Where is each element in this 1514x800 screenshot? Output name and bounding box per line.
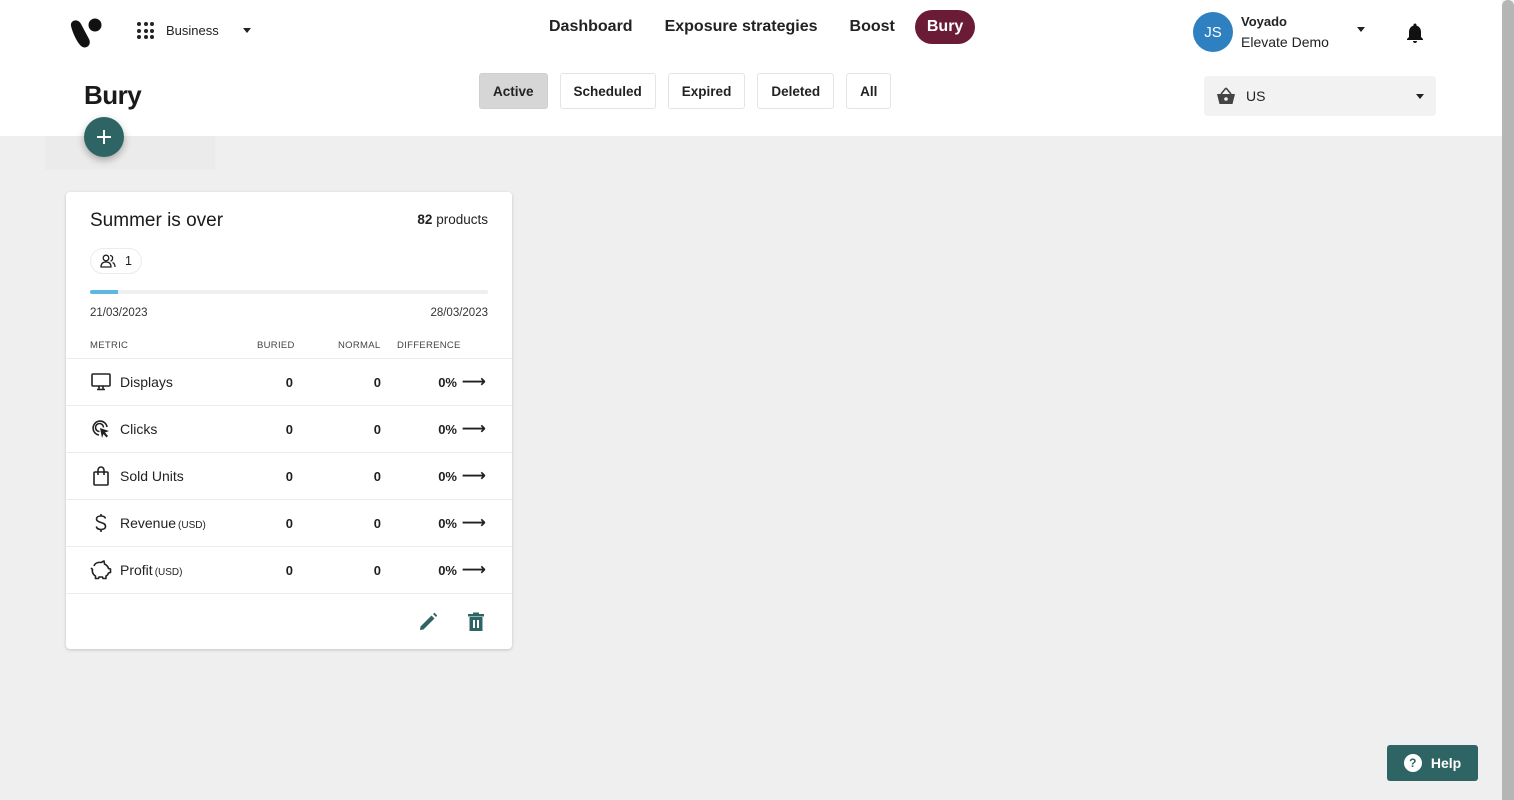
metric-name: Profit (USD) <box>120 562 182 578</box>
app-switcher[interactable]: Business <box>137 22 251 39</box>
metric-normal-value: 0 <box>373 421 381 437</box>
audience-count: 1 <box>125 254 132 268</box>
metric-difference-value: 0% <box>438 515 457 531</box>
metric-row-sold-units[interactable]: Sold Units 0 0 0% ⟶ <box>66 452 512 499</box>
nav-exposure-strategies[interactable]: Exposure strategies <box>653 10 830 44</box>
monitor-icon <box>90 372 112 392</box>
arrow-right-icon: ⟶ <box>461 466 486 485</box>
arrow-right-icon: ⟶ <box>461 372 486 391</box>
user-organization: Voyado <box>1241 14 1287 29</box>
arrow-right-icon: ⟶ <box>461 419 486 438</box>
metric-normal-value: 0 <box>373 468 381 484</box>
metric-difference-value: 0% <box>438 421 457 437</box>
market-select[interactable]: US <box>1204 76 1436 116</box>
campaign-progress-fill <box>90 290 118 294</box>
arrow-right-icon: ⟶ <box>461 560 486 579</box>
metric-difference-value: 0% <box>438 562 457 578</box>
status-filter-tabs: Active Scheduled Expired Deleted All <box>479 73 903 109</box>
scrollbar-thumb[interactable] <box>1502 0 1514 800</box>
user-account: Elevate Demo <box>1241 34 1329 50</box>
metric-normal-value: 0 <box>373 374 381 390</box>
metrics-header: METRIC BURIED NORMAL DIFFERENCE <box>66 340 512 358</box>
audience-chip[interactable]: 1 <box>90 248 142 274</box>
voyado-logo[interactable] <box>68 14 104 50</box>
metric-name: Sold Units <box>120 468 184 484</box>
metric-name: Clicks <box>120 421 158 437</box>
user-menu[interactable]: JS Voyado Elevate Demo <box>1193 12 1365 52</box>
metric-name-text: Revenue <box>120 515 177 531</box>
metric-name: Displays <box>120 374 173 390</box>
nav-dashboard[interactable]: Dashboard <box>537 10 645 44</box>
top-header: Business Dashboard Exposure strategies B… <box>0 0 1502 136</box>
metric-row-revenue[interactable]: Revenue (USD) 0 0 0% ⟶ <box>66 499 512 546</box>
product-count-value: 82 <box>417 212 433 227</box>
arrow-right-icon: ⟶ <box>461 513 486 532</box>
chevron-down-icon <box>242 28 251 33</box>
page-title: Bury <box>84 80 142 110</box>
metric-row-profit[interactable]: Profit (USD) 0 0 0% ⟶ <box>66 546 512 593</box>
plus-icon <box>97 130 111 144</box>
nav-boost[interactable]: Boost <box>838 10 907 44</box>
column-buried: BURIED <box>257 340 295 351</box>
click-icon <box>90 419 112 439</box>
campaign-progress-bar <box>90 290 488 294</box>
metric-row-displays[interactable]: Displays 0 0 0% ⟶ <box>66 358 512 405</box>
users-icon <box>100 254 116 268</box>
product-count: 82 products <box>417 212 488 227</box>
metric-buried-value: 0 <box>285 421 293 437</box>
dollar-icon <box>90 513 112 533</box>
start-date: 21/03/2023 <box>90 307 148 319</box>
app-switcher-label: Business <box>166 23 219 38</box>
metric-difference-value: 0% <box>438 374 457 390</box>
column-normal: NORMAL <box>338 340 381 351</box>
help-label: Help <box>1430 755 1462 771</box>
market-select-value: US <box>1246 88 1266 104</box>
avatar: JS <box>1193 12 1233 52</box>
bell-icon[interactable] <box>1405 22 1425 44</box>
metric-name: Revenue (USD) <box>120 515 206 531</box>
delete-button[interactable] <box>464 610 488 634</box>
metric-buried-value: 0 <box>285 562 293 578</box>
help-button[interactable]: ? Help <box>1387 745 1478 781</box>
card-actions <box>66 593 512 649</box>
campaign-card[interactable]: Summer is over 82 products 1 21/03/2023 … <box>66 192 512 649</box>
metric-buried-value: 0 <box>285 374 293 390</box>
column-metric: METRIC <box>90 340 129 351</box>
metric-normal-value: 0 <box>373 515 381 531</box>
filter-active[interactable]: Active <box>479 73 548 109</box>
metric-normal-value: 0 <box>373 562 381 578</box>
trash-icon <box>468 612 484 631</box>
column-difference: DIFFERENCE <box>397 340 461 351</box>
filter-all[interactable]: All <box>846 73 892 109</box>
metric-name-text: Profit <box>120 562 153 578</box>
filter-expired[interactable]: Expired <box>667 73 746 109</box>
main-nav: Dashboard Exposure strategies Boost Bury <box>537 10 983 44</box>
toolbar-backdrop <box>45 136 215 170</box>
product-count-label: products <box>436 212 488 227</box>
end-date: 28/03/2023 <box>430 307 488 319</box>
piggy-bank-icon <box>90 560 112 580</box>
apps-grid-icon <box>137 22 154 39</box>
question-icon: ? <box>1403 754 1422 772</box>
vertical-scrollbar[interactable] <box>1502 0 1514 800</box>
metric-buried-value: 0 <box>285 468 293 484</box>
basket-icon <box>1217 87 1235 104</box>
shopping-bag-icon <box>90 466 112 486</box>
filter-deleted[interactable]: Deleted <box>757 73 835 109</box>
campaign-title: Summer is over <box>90 210 224 231</box>
nav-bury[interactable]: Bury <box>914 10 976 44</box>
metric-unit: (USD) <box>154 567 183 578</box>
add-bury-button[interactable] <box>84 117 124 157</box>
chevron-down-icon <box>1416 93 1424 99</box>
metric-row-clicks[interactable]: Clicks 0 0 0% ⟶ <box>66 405 512 452</box>
chevron-down-icon <box>1356 26 1365 32</box>
metric-buried-value: 0 <box>285 515 293 531</box>
edit-button[interactable] <box>416 610 440 634</box>
metric-difference-value: 0% <box>438 468 457 484</box>
pencil-icon <box>420 612 438 630</box>
filter-scheduled[interactable]: Scheduled <box>559 73 656 109</box>
metric-unit: (USD) <box>178 520 206 531</box>
